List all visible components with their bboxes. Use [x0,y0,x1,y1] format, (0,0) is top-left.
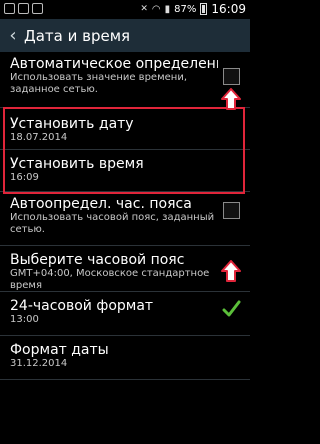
page-title: Дата и время [24,26,131,45]
set-time-value: 16:09 [10,172,39,183]
auto-timezone-item[interactable]: Автоопредел. час. пояса Использовать час… [0,192,250,246]
up-arrow-icon [221,88,241,110]
status-icons: ✕ ◠ ▮ 87% 16:09 [140,2,246,16]
auto-timezone-checkbox[interactable] [223,202,240,219]
app-notification-icon [18,3,29,14]
signal-icon: ▮ [164,3,171,15]
image-notification-icon [4,3,15,14]
settings-list: Автоматическое определени... Использоват… [0,52,250,380]
date-format-label: Формат даты [10,342,109,358]
set-date-value: 18.07.2014 [10,132,68,143]
set-date-label: Установить дату [10,116,134,132]
action-bar: ‹ Дата и время [0,19,250,52]
auto-datetime-label: Автоматическое определени... [10,56,218,72]
wifi-icon: ◠ [151,3,161,15]
date-format-item[interactable]: Формат даты 31.12.2014 [0,336,250,380]
select-timezone-label: Выберите часовой пояс [10,252,185,268]
back-arrow-icon[interactable]: ‹ [4,25,22,46]
format-24h-value: 13:00 [10,314,39,325]
format-24h-checkbox[interactable] [221,299,241,319]
auto-datetime-summary: Использовать значение времени, заданное … [10,72,187,95]
battery-icon [200,3,208,15]
set-date-item[interactable]: Установить дату 18.07.2014 [0,108,250,150]
up-arrow-icon [221,260,241,282]
auto-datetime-checkbox[interactable] [223,68,240,85]
date-format-value: 31.12.2014 [10,358,68,369]
select-timezone-value: GMT+04:00, Московское стандартное время [10,268,210,291]
auto-datetime-item[interactable]: Автоматическое определени... Использоват… [0,52,250,108]
set-time-label: Установить время [10,156,144,172]
status-time: 16:09 [211,2,246,16]
notification-icons [4,3,43,14]
status-bar: ✕ ◠ ▮ 87% 16:09 [0,0,250,19]
format-24h-item[interactable]: 24-часовой формат 13:00 [0,292,250,336]
format-24h-label: 24-часовой формат [10,298,154,314]
auto-timezone-summary: Использовать часовой пояс, заданный сеть… [10,212,215,235]
auto-timezone-label: Автоопредел. час. пояса [10,196,192,212]
mail-notification-icon [32,3,43,14]
select-timezone-item[interactable]: Выберите часовой пояс GMT+04:00, Московс… [0,246,250,292]
battery-percent: 87% [174,3,197,15]
set-time-item[interactable]: Установить время 16:09 [0,150,250,192]
mute-icon: ✕ [140,4,148,14]
